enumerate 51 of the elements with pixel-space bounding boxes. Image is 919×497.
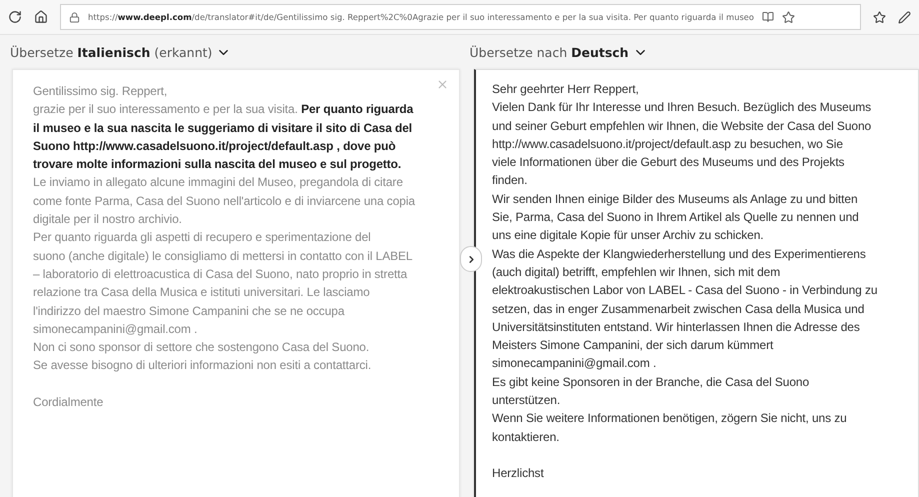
translation-text-line: Es gibt keine Sponsoren in der Branche, die Casa del Suono <box>492 374 810 391</box>
source-text-panel[interactable] <box>12 69 460 497</box>
target-language-label[interactable]: Übersetze nach Deutsch <box>470 44 629 60</box>
pen-icon[interactable] <box>898 10 911 24</box>
source-text-line: Non ci sono sponsor di settore che sostengono Casa del Suono. <box>33 339 370 356</box>
refresh-icon[interactable] <box>8 10 22 24</box>
translation-text-line: unterstützen. <box>492 392 562 410</box>
source-text-line: Suono http://www.casadelsuono.it/project/default.asp , dove può <box>33 138 397 155</box>
source-text-line: Se avesse bisogno di ulteriori informazioni non esiti a contattarci. <box>33 357 372 374</box>
translation-text-line: setzen, das in enger Zusammenarbeit zwischen Casa della Musica und <box>492 300 866 318</box>
translation-text-line: viele Informationen über die Geburt des Museums und des Projekts <box>492 154 846 172</box>
translation-text-line: und seiner Geburt empfehlen wir Ihnen, die Website der Casa del Suono <box>492 118 872 135</box>
source-text-line: Gentilissimo sig. Reppert, <box>33 83 168 100</box>
translation-text-line: Sie, Parma, Casa del Suono in Ihrem Artikel als Quelle zu nennen und <box>492 209 860 226</box>
translation-text-line: Meisters Simone Campanini, der sich darum kümmert <box>492 337 774 354</box>
source-text-line: – laboratorio di elettroacustica di Casa del Suono, nato proprio in stretta <box>33 266 408 283</box>
collapse-button[interactable] <box>460 246 482 272</box>
source-text-line: digitale per il nostro archivio. <box>33 211 183 228</box>
source-text-line: come fonte Parma, Casa del Suono nell'articolo e di inviarcene una copia <box>33 192 416 210</box>
url-text: https://www.deepl.com/de/translator#it/de/Gentilissimo sig. Reppert%2C%0Agrazie per il suo interessamento e per la sua visita. Per quanto riguarda il museo <box>88 12 754 22</box>
translation-text-line: kontaktieren. <box>492 428 560 446</box>
translation-text-line: Herzlichst <box>492 465 545 482</box>
translation-text-line: uns eine digitale Kopie für unser Archiv zu schicken. <box>492 227 765 244</box>
source-text-line: relazione tra Casa della Musica e istituti universitari. Le lasciamo <box>33 284 371 302</box>
translation-text-line: Universitätsinstituten entstand. Wir hinterlassen Ihnen die Adresse des <box>492 318 861 336</box>
translation-text-line: Wir senden Ihnen einige Bilder des Museums als Anlage zu und bitten <box>492 190 859 208</box>
translation-text-line: Was die Aspekte der Klangwiederherstellung und des Experimentierens <box>492 246 867 263</box>
translation-text-line: Wenn Sie weitere Informationen benötigen, zögern Sie nicht, uns zu <box>492 410 848 428</box>
source-text-line: simonecampanini@gmail.com . <box>33 320 198 338</box>
lock-icon <box>69 12 80 22</box>
favorites-icon[interactable] <box>873 10 886 24</box>
source-text-line: il museo e la sua nascita le suggeriamo di visitare il sito di Casa del <box>33 120 414 137</box>
translation-text-line: http://www.casadelsuono.it/project/default.asp zu besuchen, wo Sie <box>492 136 844 153</box>
home-icon[interactable] <box>34 10 48 24</box>
translation-text-line: elektroakustischen Labor von LABEL - Casa del Suono - in Verbindung zu <box>492 282 878 300</box>
source-text-line: trovare molte informazioni sulla nascita del museo e sul progetto. <box>33 156 402 174</box>
translation-text-line: (auch digital) betrifft, empfehlen wir Ihnen, sich mit dem <box>492 264 782 281</box>
reader-icon[interactable] <box>762 11 774 23</box>
favorite-star-icon[interactable] <box>782 10 795 24</box>
translation-text-line: simonecampanini@gmail.com . <box>492 355 658 372</box>
translation-text-line: Sehr geehrter Herr Reppert, <box>492 81 640 98</box>
source-text-line: Le inviamo in allegato alcune immagini del Museo, pregandola di citare <box>33 174 404 192</box>
source-text-line: Cordialmente <box>33 394 104 412</box>
address-bar[interactable]: https://www.deepl.com/de/translator#it/de/Gentilissimo sig. Reppert%2C%0Agrazie per il suo interessamento e per la sua visita. Per quanto riguarda il museo <box>60 4 861 30</box>
translation-text-line: finden. <box>492 172 528 190</box>
source-text-line: suono (anche digitale) le consigliamo di mettersi in contatto con il LABEL <box>33 248 414 265</box>
translation-text-line: Vielen Dank für Ihr Interesse und Ihren Besuch. Bezüglich des Museums <box>492 99 872 116</box>
source-language-label[interactable]: Übersetze Italienisch (erkannt) <box>10 44 212 60</box>
source-text-line: l'indirizzo del maestro Simone Campanini che se ne occupa <box>33 302 346 320</box>
source-text-line: grazie per il suo interessamento e per la sua visita. Per quanto riguarda <box>33 101 414 118</box>
source-text-line: Per quanto riguarda gli aspetti di recupero e sperimentazione del <box>33 229 372 246</box>
